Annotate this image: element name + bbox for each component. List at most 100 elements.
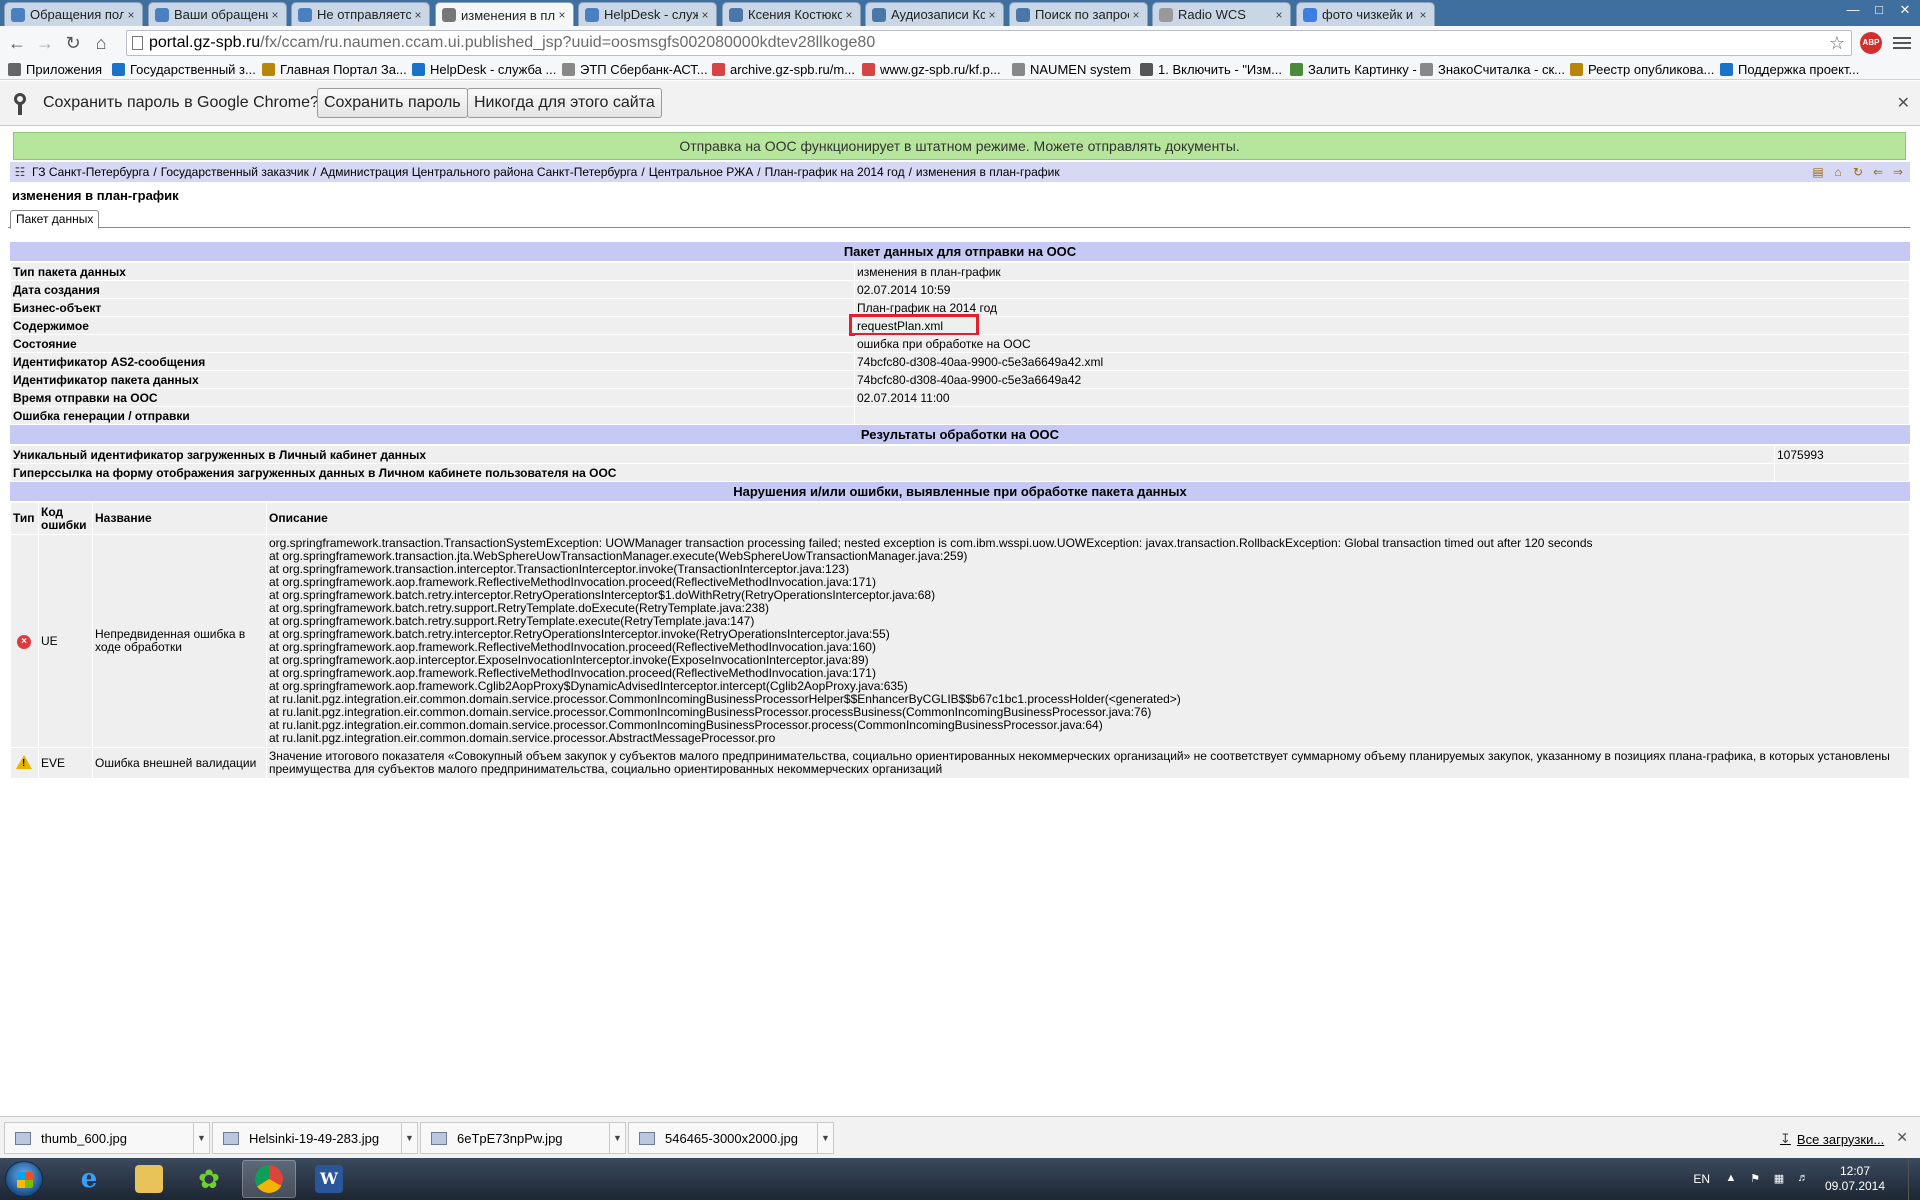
language-indicator[interactable]: EN [1693, 1172, 1710, 1186]
back-icon[interactable]: ⇐ [1870, 164, 1886, 180]
tab-favicon-icon [872, 7, 886, 22]
breadcrumb-link[interactable]: Центральное РЖА [649, 165, 754, 179]
download-item[interactable]: thumb_600.jpg ▼ [4, 1122, 210, 1154]
tab-close-icon[interactable]: × [555, 8, 569, 22]
dropdown-arrow-icon[interactable]: ▼ [401, 1123, 417, 1153]
browser-tab[interactable]: Ваши обращения | Не× [148, 2, 287, 26]
tab-close-icon[interactable]: × [1272, 8, 1286, 22]
action-center-flag-icon[interactable]: ⚑ [1748, 1172, 1762, 1186]
taskbar-word[interactable]: W [302, 1160, 356, 1198]
start-button[interactable] [5, 1161, 43, 1197]
bookmark-item[interactable]: Приложения [8, 62, 102, 77]
taskbar-chrome[interactable] [242, 1160, 296, 1198]
browser-tab[interactable]: изменения в план-гра× [435, 2, 574, 27]
dropdown-arrow-icon[interactable]: ▼ [609, 1123, 625, 1153]
dropdown-arrow-icon[interactable]: ▼ [817, 1123, 833, 1153]
download-item[interactable]: 6eTpE73npPw.jpg ▼ [420, 1122, 626, 1154]
clock-time: 12:07 [1839, 1164, 1871, 1178]
tab-bar: Пакет данных [8, 210, 1910, 229]
taskbar-ie[interactable]: e [62, 1160, 116, 1198]
bookmark-item[interactable]: www.gz-spb.ru/kf.p... [862, 62, 1001, 77]
download-item[interactable]: Helsinki-19-49-283.jpg ▼ [212, 1122, 418, 1154]
field-value-text: План-график на 2014 год [857, 300, 997, 315]
bookmark-item[interactable]: Реестр опубликова... [1570, 62, 1714, 77]
browser-tab[interactable]: Обращения пользова× [4, 2, 143, 26]
minimize-icon[interactable]: — [1840, 0, 1866, 20]
browser-tab[interactable]: фото чизкейк и капуч× [1296, 2, 1435, 26]
bookmark-item[interactable]: Поддержка проект... [1720, 62, 1859, 77]
bookmark-favicon-icon [412, 63, 425, 76]
bookmark-label: Реестр опубликова... [1588, 62, 1715, 77]
never-save-button[interactable]: Никогда для этого сайта [467, 88, 662, 118]
maximize-icon[interactable]: □ [1866, 0, 1892, 20]
bookmark-item[interactable]: Главная Портал За... [262, 62, 407, 77]
error-description: org.springframework.transaction.Transact… [266, 534, 1910, 748]
tab-close-icon[interactable]: × [1416, 8, 1430, 22]
volume-icon[interactable]: ♬ [1796, 1172, 1810, 1186]
bookmark-item[interactable]: ЗнакоСчиталка - ск... [1420, 62, 1565, 77]
tab-close-icon[interactable]: × [124, 8, 138, 22]
bookmark-item[interactable]: NAUMEN system [1012, 62, 1131, 77]
bookmark-item[interactable]: 1. Включить - "Изм... [1140, 62, 1282, 77]
breadcrumb-link[interactable]: План-график на 2014 год [765, 165, 905, 179]
home-icon[interactable]: ⌂ [1830, 164, 1846, 180]
bookmark-item[interactable]: archive.gz-spb.ru/m... [712, 62, 855, 77]
taskbar-explorer[interactable] [122, 1160, 176, 1198]
tab-strip: Обращения пользова×Ваши обращения | Не×Н… [0, 0, 1920, 27]
tab-data-package[interactable]: Пакет данных [10, 210, 100, 229]
url-path: /fx/ccam/ru.naumen.ccam.ui.published_jsp… [260, 34, 876, 51]
clock-date: 09.07.2014 [1824, 1179, 1886, 1193]
key-icon [12, 93, 28, 115]
dropdown-arrow-icon[interactable]: ▼ [193, 1123, 209, 1153]
field-value-text[interactable]: requestPlan.xml [857, 319, 943, 333]
all-downloads-link[interactable]: ↧ Все загрузки... [1780, 1131, 1884, 1147]
tab-close-icon[interactable]: × [411, 8, 425, 22]
save-password-button[interactable]: Сохранить пароль [317, 88, 468, 118]
clock[interactable]: 12:07 09.07.2014 [1820, 1164, 1890, 1194]
show-desktop-button[interactable] [1908, 1158, 1920, 1200]
network-icon[interactable]: ▦ [1772, 1172, 1786, 1186]
breadcrumb-link[interactable]: изменения в план-график [916, 165, 1060, 179]
bookmark-item[interactable]: HelpDesk - служба ... [412, 62, 556, 77]
breadcrumb-link[interactable]: Государственный заказчик [161, 165, 309, 179]
folder-icon[interactable]: ▤ [1810, 164, 1826, 180]
forward-icon[interactable]: ⇒ [1890, 164, 1906, 180]
tab-close-icon[interactable]: × [1129, 8, 1143, 22]
browser-tab[interactable]: Аудиозаписи Ксении К× [865, 2, 1004, 26]
tab-close-icon[interactable]: × [842, 8, 856, 22]
bookmark-star-icon[interactable]: ☆ [1829, 33, 1845, 54]
bookmark-label: ЗнакоСчиталка - ск... [1438, 62, 1566, 77]
breadcrumb-link[interactable]: ГЗ Санкт-Петербурга [32, 165, 149, 179]
forward-arrow-icon[interactable]: → [34, 32, 56, 54]
browser-tab[interactable]: HelpDesk - служба тех× [578, 2, 717, 26]
refresh-icon[interactable]: ↻ [1850, 164, 1866, 180]
back-arrow-icon[interactable]: ← [6, 32, 28, 54]
browser-tab[interactable]: Поиск по запросу Sla× [1009, 2, 1148, 26]
chrome-menu-icon[interactable] [1893, 34, 1911, 52]
bookmark-item[interactable]: Государственный з... [112, 62, 256, 77]
browser-tab[interactable]: Ксения Костюкова× [722, 2, 861, 26]
tab-favicon-icon [298, 7, 312, 22]
close-icon[interactable]: ✕ [1896, 1129, 1908, 1146]
bookmark-label: HelpDesk - служба ... [430, 62, 557, 77]
browser-tab[interactable]: Radio WCS × [1152, 2, 1291, 26]
close-icon[interactable]: ✕ [1897, 93, 1910, 113]
reload-icon[interactable]: ↻ [62, 32, 84, 54]
tab-close-icon[interactable]: × [698, 8, 712, 22]
bookmark-favicon-icon [1570, 63, 1583, 76]
col-code: Код ошибки [38, 502, 93, 535]
home-icon[interactable]: ⌂ [90, 32, 112, 54]
browser-tab[interactable]: Не отправляется план× [291, 2, 430, 26]
window-close-icon[interactable]: ✕ [1892, 0, 1918, 20]
download-item[interactable]: 546465-3000x2000.jpg ▼ [628, 1122, 834, 1154]
breadcrumb-link[interactable]: Администрация Центрального района Санкт-… [320, 165, 637, 179]
tab-label: Поиск по запросу Sla [1035, 7, 1129, 22]
tray-expand-icon[interactable]: ▲ [1724, 1172, 1738, 1186]
tab-close-icon[interactable]: × [268, 8, 282, 22]
bookmark-item[interactable]: ЭТП Сбербанк-АСТ... [562, 62, 708, 77]
tab-close-icon[interactable]: × [985, 8, 999, 22]
adblock-plus-icon[interactable]: ABP [1860, 32, 1882, 54]
address-bar[interactable]: portal.gz-spb.ru/fx/ccam/ru.naumen.ccam.… [126, 30, 1852, 56]
taskbar-icq[interactable]: ✿ [182, 1160, 236, 1198]
bookmark-item[interactable]: Залить Картинку - ... [1290, 62, 1431, 77]
